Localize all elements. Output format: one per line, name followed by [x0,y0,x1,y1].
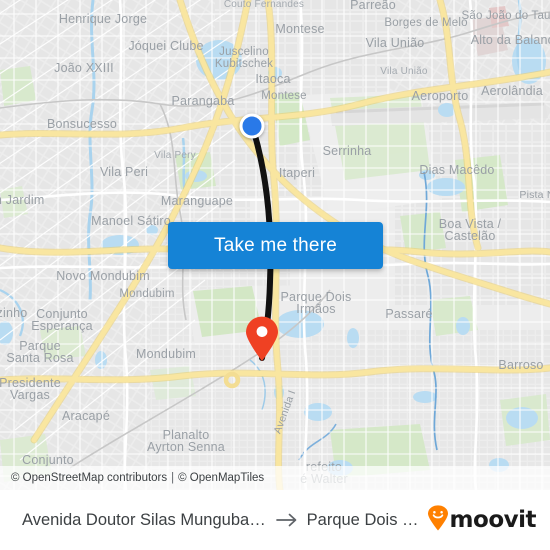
map-attribution: © OpenStreetMap contributors | © OpenMap… [0,466,550,490]
openmaptiles-attribution[interactable]: © OpenMapTiles [178,472,264,484]
destination-pin-icon[interactable] [245,316,279,362]
moovit-map-page: Henrique Jorge Couto Fernandes Montese Parr… [0,0,550,550]
trip-summary-bar: Avenida Doutor Silas Munguba, 5… Parque … [0,490,550,550]
osm-attribution[interactable]: © OpenStreetMap contributors [11,472,167,484]
take-me-there-label: Take me there [214,234,337,256]
attribution-separator: | [171,472,175,484]
moovit-wordmark: moovit [449,507,537,533]
trip-origin-label: Avenida Doutor Silas Munguba, 5… [22,510,267,529]
moovit-pin-icon [427,504,449,536]
moovit-logo[interactable]: moovit [427,504,537,536]
take-me-there-button[interactable]: Take me there [168,222,383,269]
map-canvas[interactable]: Henrique Jorge Couto Fernandes Montese Parr… [0,0,550,490]
origin-location-dot-icon[interactable] [239,113,265,139]
trip-endpoints[interactable]: Avenida Doutor Silas Munguba, 5… Parque … [22,511,421,530]
trip-destination-label: Parque Dois Ir… [306,510,421,529]
arrow-right-icon [275,513,298,527]
